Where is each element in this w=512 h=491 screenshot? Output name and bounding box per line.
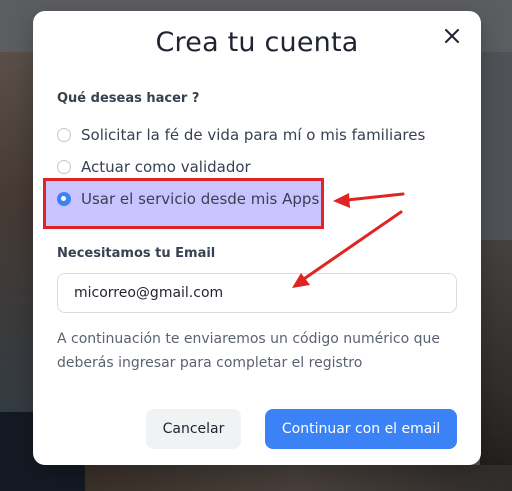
radio-button[interactable] bbox=[57, 128, 71, 142]
close-icon bbox=[445, 29, 459, 43]
continue-button[interactable]: Continuar con el email bbox=[265, 409, 457, 449]
option-fe-de-vida[interactable]: Solicitar la fé de vida para mí o mis fa… bbox=[57, 122, 425, 148]
option-apps[interactable]: Usar el servicio desde mis Apps bbox=[57, 186, 319, 212]
radio-button-checked[interactable] bbox=[57, 192, 71, 206]
question-label: Qué deseas hacer ? bbox=[57, 91, 200, 106]
option-label: Usar el servicio desde mis Apps bbox=[81, 190, 320, 208]
helper-text: A continuación te enviaremos un código n… bbox=[57, 331, 441, 371]
email-field[interactable] bbox=[57, 273, 457, 313]
modal-title: Crea tu cuenta bbox=[155, 27, 359, 58]
option-label: Actuar como validador bbox=[81, 158, 251, 176]
cancel-button[interactable]: Cancelar bbox=[146, 409, 241, 449]
signup-modal: Crea tu cuenta Qué deseas hacer ? Solici… bbox=[33, 11, 481, 465]
close-button[interactable] bbox=[440, 24, 464, 48]
option-validador[interactable]: Actuar como validador bbox=[57, 154, 251, 180]
radio-button[interactable] bbox=[57, 160, 71, 174]
email-label: Necesitamos tu Email bbox=[57, 246, 216, 261]
option-label: Solicitar la fé de vida para mí o mis fa… bbox=[81, 126, 426, 144]
